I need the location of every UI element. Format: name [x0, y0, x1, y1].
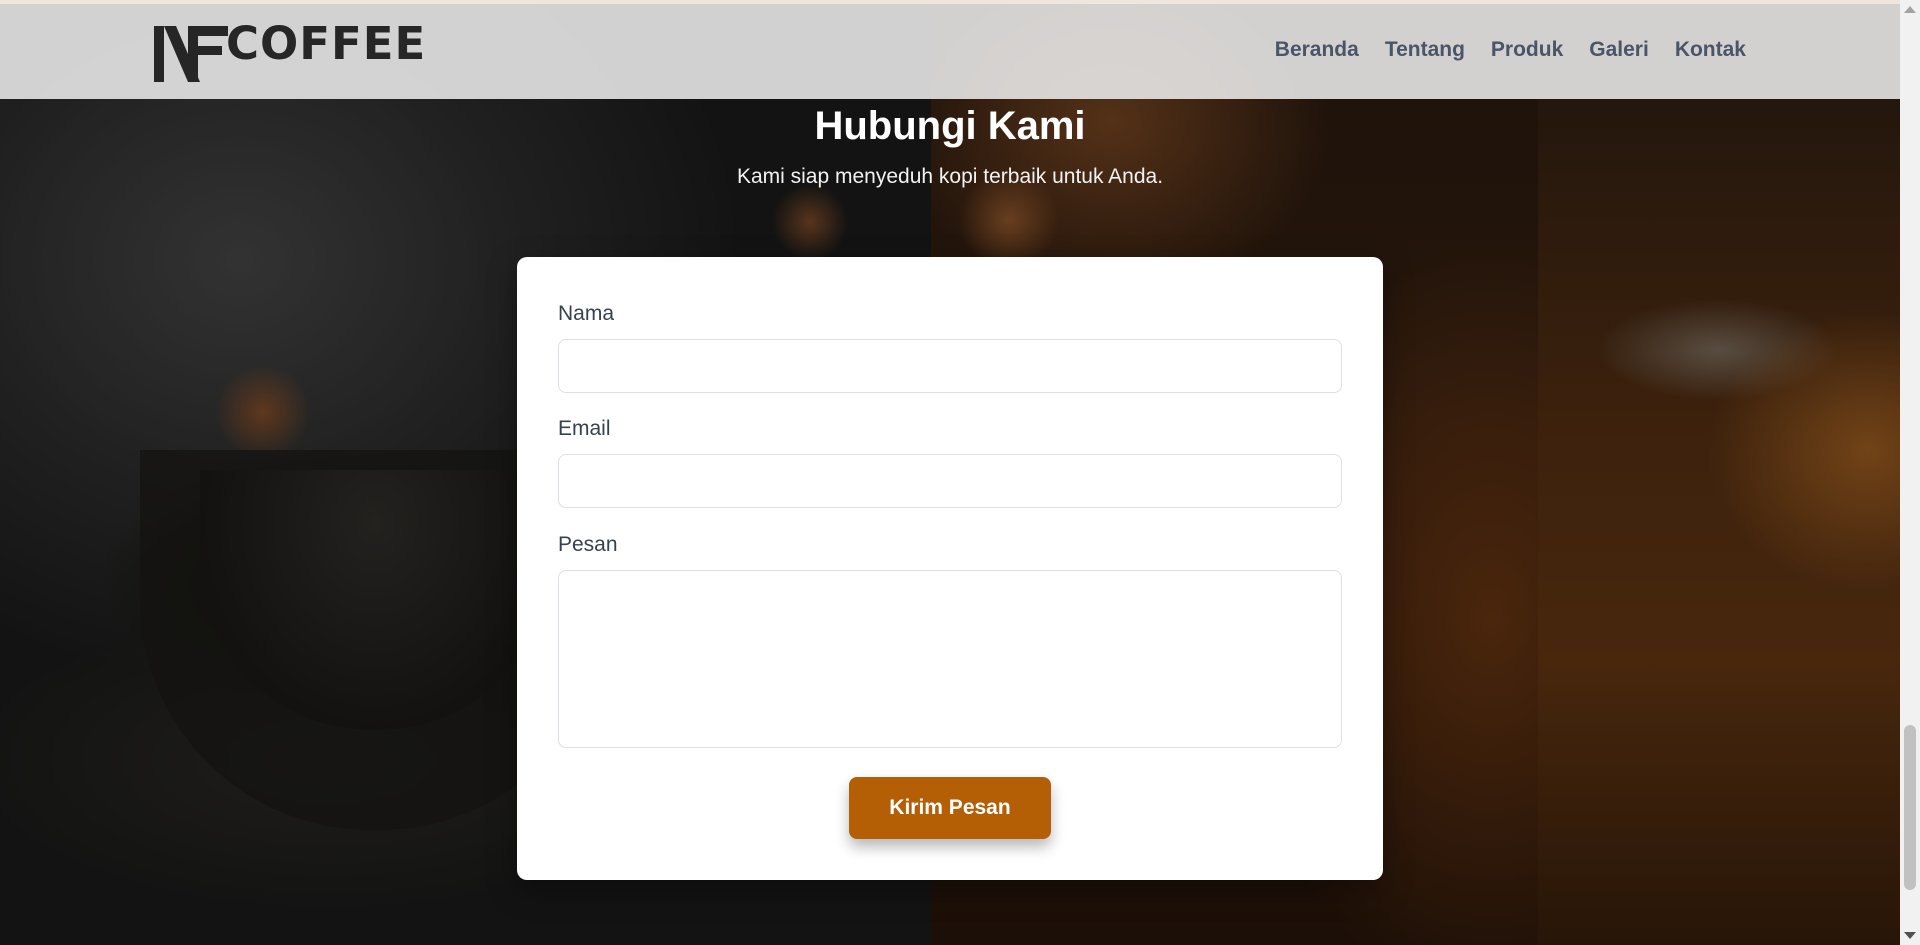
- submit-button[interactable]: Kirim Pesan: [849, 777, 1051, 839]
- scrollbar-thumb[interactable]: [1904, 725, 1916, 890]
- site-logo[interactable]: COFFEE: [154, 17, 427, 82]
- logo-text: COFFEE: [226, 17, 427, 70]
- nav-link-beranda[interactable]: Beranda: [1275, 38, 1359, 62]
- scroll-down-arrow-icon[interactable]: [1904, 932, 1916, 939]
- nav-link-produk[interactable]: Produk: [1491, 38, 1563, 62]
- contact-title: Hubungi Kami: [814, 104, 1086, 148]
- contact-form: Nama Email Pesan Kirim Pesan: [517, 257, 1383, 880]
- nav-link-kontak[interactable]: Kontak: [1675, 38, 1746, 62]
- message-label: Pesan: [558, 533, 618, 556]
- nav-link-tentang[interactable]: Tentang: [1385, 38, 1465, 62]
- message-textarea[interactable]: [558, 570, 1342, 748]
- scroll-up-arrow-icon[interactable]: [1904, 6, 1916, 13]
- nf-monogram-icon: [154, 26, 228, 82]
- page-scrollbar[interactable]: [1900, 0, 1920, 945]
- navbar: COFFEE Beranda Tentang Produk Galeri Kon…: [0, 4, 1900, 99]
- main-nav: Beranda Tentang Produk Galeri Kontak: [1249, 38, 1746, 62]
- nav-link-galeri[interactable]: Galeri: [1589, 38, 1649, 62]
- name-label: Nama: [558, 302, 615, 325]
- contact-subtitle: Kami siap menyeduh kopi terbaik untuk An…: [736, 165, 1164, 188]
- email-input[interactable]: [558, 454, 1342, 508]
- email-label: Email: [558, 417, 611, 440]
- name-input[interactable]: [558, 339, 1342, 393]
